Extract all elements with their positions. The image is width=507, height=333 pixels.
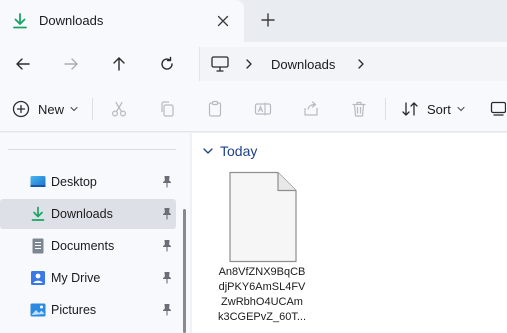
refresh-button[interactable] <box>154 51 180 77</box>
file-name-line: k3CGEPvZ_60T... <box>217 311 307 323</box>
tab-strip: Downloads <box>0 0 507 42</box>
sort-button[interactable]: Sort <box>401 98 465 120</box>
file-view: Today An8VfZNX9BqCB djPKY6AmSL4FV ZwRbhO… <box>192 133 507 333</box>
sidebar-item-downloads[interactable]: Downloads <box>0 199 176 229</box>
sidebar-item-my-drive[interactable]: My Drive <box>0 263 176 293</box>
chevron-right-icon[interactable] <box>356 55 366 73</box>
close-icon[interactable] <box>214 12 232 30</box>
share-icon <box>304 101 318 116</box>
back-button[interactable] <box>10 51 36 77</box>
sort-label: Sort <box>427 101 451 117</box>
up-button[interactable] <box>106 51 132 77</box>
refresh-icon <box>161 56 173 70</box>
arrow-right-icon <box>64 58 78 70</box>
drive-icon <box>31 271 45 285</box>
rename-button[interactable] <box>253 99 273 119</box>
pin-icon <box>162 175 172 188</box>
command-bar: New Sort <box>0 86 507 132</box>
desktop-icon <box>30 176 46 187</box>
file-name-line: djPKY6AmSL4FV <box>218 281 306 293</box>
file-name-line: An8VfZNX9BqCB <box>218 266 306 278</box>
sidebar-item-pictures[interactable]: Pictures <box>0 295 176 325</box>
navigation-pane: Desktop Downloads Documents My Drive Pic… <box>0 133 190 333</box>
sidebar-item-label: Pictures <box>51 303 97 317</box>
file-icon[interactable] <box>228 171 298 263</box>
share-button[interactable] <box>301 99 321 119</box>
pin-icon <box>162 303 172 316</box>
paste-icon <box>208 100 222 117</box>
download-icon <box>31 206 45 221</box>
plus-circle-icon <box>12 100 30 118</box>
view-icon[interactable] <box>490 100 506 116</box>
divider <box>8 149 176 150</box>
file-name-line: ZwRbhO4UCAm <box>221 296 303 308</box>
rename-icon <box>254 102 272 116</box>
pin-icon <box>162 271 172 284</box>
group-header-today[interactable]: Today <box>202 143 257 159</box>
chevron-right-icon[interactable] <box>244 55 254 73</box>
copy-button[interactable] <box>157 99 177 119</box>
divider <box>385 98 386 120</box>
pictures-icon <box>30 303 46 317</box>
chevron-down-icon <box>203 148 213 154</box>
arrow-left-icon <box>16 58 30 70</box>
sidebar-item-documents[interactable]: Documents <box>0 231 176 261</box>
pin-icon <box>162 207 172 220</box>
chevron-down-icon <box>70 106 78 112</box>
group-label: Today <box>220 143 258 159</box>
sidebar-item-label: Documents <box>51 239 115 253</box>
new-label: New <box>38 101 65 117</box>
sidebar-item-label: My Drive <box>51 271 101 285</box>
address-bar[interactable]: Downloads <box>199 47 507 81</box>
sidebar-item-label: Downloads <box>51 207 113 221</box>
tab-downloads[interactable]: Downloads <box>0 0 244 42</box>
delete-icon <box>352 101 366 117</box>
cut-button[interactable] <box>109 99 129 119</box>
tab-title: Downloads <box>39 13 104 28</box>
new-button[interactable]: New <box>12 98 78 120</box>
divider <box>92 98 93 120</box>
navigation-bar: Downloads <box>0 42 507 86</box>
arrow-up-icon <box>113 57 125 71</box>
computer-icon[interactable] <box>210 55 230 73</box>
sidebar-item-label: Desktop <box>51 175 97 189</box>
sidebar-item-desktop[interactable]: Desktop <box>0 167 176 197</box>
forward-button[interactable] <box>58 51 84 77</box>
breadcrumb-downloads[interactable]: Downloads <box>271 57 335 72</box>
cut-icon <box>111 101 127 117</box>
copy-icon <box>161 101 174 117</box>
file-name[interactable]: An8VfZNX9BqCB djPKY6AmSL4FV ZwRbhO4UCAm … <box>212 265 312 325</box>
pin-icon <box>162 239 172 252</box>
sort-icon <box>402 102 418 116</box>
documents-icon <box>32 238 44 254</box>
scrollbar[interactable] <box>183 209 186 333</box>
plus-icon[interactable] <box>258 10 278 30</box>
chevron-down-icon <box>457 106 465 112</box>
paste-button[interactable] <box>205 99 225 119</box>
delete-button[interactable] <box>349 99 369 119</box>
download-icon <box>13 13 27 29</box>
